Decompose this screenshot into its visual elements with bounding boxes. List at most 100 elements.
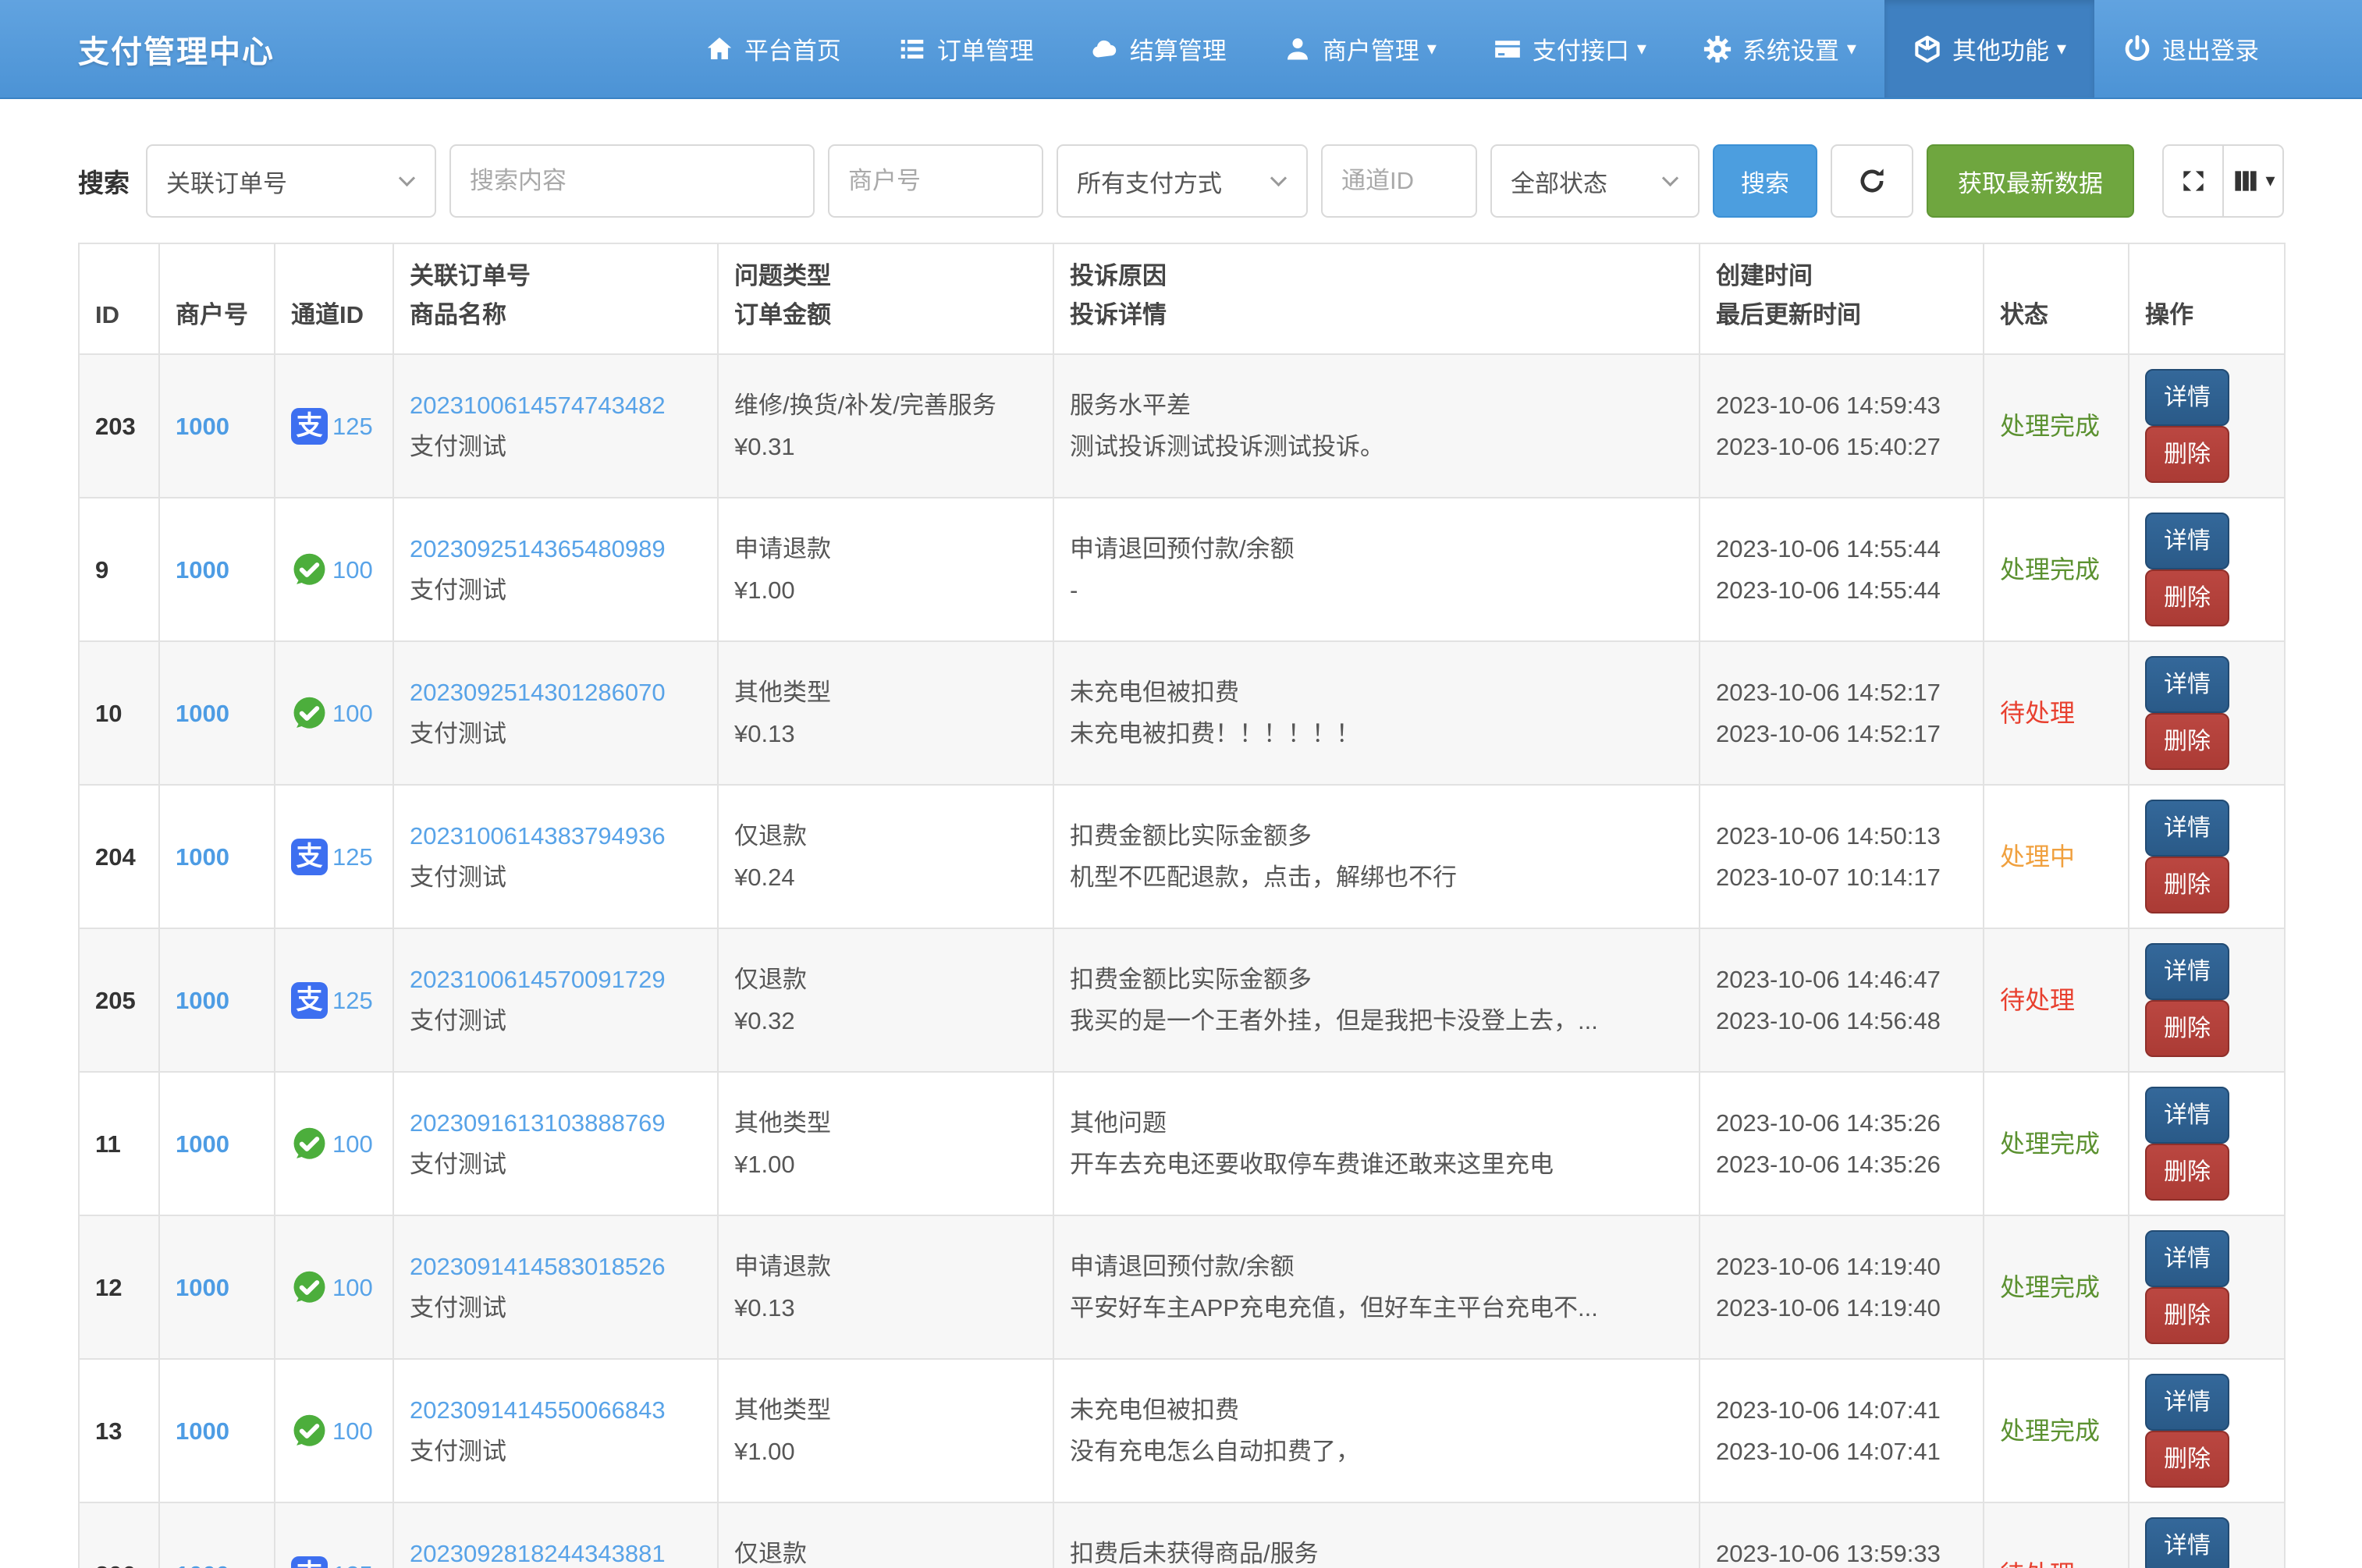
chevron-down-icon: ▾ <box>1427 40 1437 59</box>
merchant-link[interactable]: 1000 <box>176 556 229 584</box>
merchant-input[interactable] <box>828 144 1043 218</box>
delete-button[interactable]: 删除 <box>2145 713 2229 770</box>
search-field-select[interactable]: 关联订单号 <box>146 144 436 218</box>
chevron-down-icon: ▾ <box>2265 172 2275 190</box>
fullscreen-button[interactable] <box>2162 144 2223 218</box>
detail-button[interactable]: 详情 <box>2145 1374 2229 1431</box>
order-number-link[interactable]: 2023100614570091729 <box>410 966 666 993</box>
channel-id-link[interactable]: 100 <box>332 1123 373 1165</box>
merchant-link[interactable]: 1000 <box>176 413 229 440</box>
channel-id-link[interactable]: 100 <box>332 1410 373 1452</box>
delete-button[interactable]: 删除 <box>2145 1287 2229 1344</box>
product-name: 支付测试 <box>410 569 701 611</box>
product-name: 支付测试 <box>410 426 701 467</box>
merchant-cell: 1000 <box>159 1502 275 1568</box>
order-number-link[interactable]: 2023092818244343881 <box>410 1540 666 1567</box>
time-cell: 2023-10-06 14:59:432023-10-06 15:40:27 <box>1700 354 1984 498</box>
channel-id-input[interactable] <box>1321 144 1477 218</box>
merchant-link[interactable]: 1000 <box>176 987 229 1014</box>
refresh-button[interactable] <box>1831 144 1913 218</box>
column-header: 状态 <box>1984 243 2129 354</box>
merchant-link[interactable]: 1000 <box>176 843 229 871</box>
nav-item-credit-card[interactable]: 支付接口▾ <box>1465 0 1675 98</box>
row-id: 203 <box>79 354 159 498</box>
detail-button[interactable]: 详情 <box>2145 1517 2229 1568</box>
created-time: 2023-10-06 14:19:40 <box>1716 1246 1967 1287</box>
detail-button[interactable]: 详情 <box>2145 1087 2229 1144</box>
nav-item-list[interactable]: 订单管理 <box>869 0 1062 98</box>
channel-id-link[interactable]: 100 <box>332 549 373 591</box>
delete-button[interactable]: 删除 <box>2145 569 2229 626</box>
table-row: 910001002023092514365480989支付测试申请退款¥1.00… <box>79 498 2285 641</box>
nav-item-gear[interactable]: 系统设置▾ <box>1675 0 1884 98</box>
merchant-link[interactable]: 1000 <box>176 1561 229 1568</box>
channel-id-link[interactable]: 125 <box>332 980 373 1021</box>
order-number-link[interactable]: 2023100614574743482 <box>410 392 666 419</box>
order-number-link[interactable]: 2023091613103888769 <box>410 1109 666 1137</box>
product-name: 支付测试 <box>410 1431 701 1472</box>
nav-item-user[interactable]: 商户管理▾ <box>1255 0 1465 98</box>
detail-button[interactable]: 详情 <box>2145 1230 2229 1287</box>
merchant-link[interactable]: 1000 <box>176 1274 229 1301</box>
chevron-down-icon <box>1270 169 1287 186</box>
merchant-cell: 1000 <box>159 498 275 641</box>
nav-item-cloud[interactable]: 结算管理 <box>1062 0 1255 98</box>
issue-type: 申请退款 <box>734 1246 1037 1287</box>
fetch-latest-button[interactable]: 获取最新数据 <box>1927 144 2134 218</box>
order-number-link[interactable]: 2023092514365480989 <box>410 535 666 562</box>
status-cell: 处理中 <box>1984 785 2129 928</box>
app-title: 支付管理中心 <box>78 0 275 98</box>
order-number-link[interactable]: 2023100614383794936 <box>410 822 666 850</box>
order-cell: 2023092818244343881支付测试 <box>393 1502 718 1568</box>
channel-id-link[interactable]: 100 <box>332 693 373 734</box>
product-name: 支付测试 <box>410 857 701 898</box>
created-time: 2023-10-06 14:59:43 <box>1716 385 1967 426</box>
delete-button[interactable]: 删除 <box>2145 857 2229 913</box>
actions-cell: 详情删除 <box>2129 1072 2285 1215</box>
created-time: 2023-10-06 14:50:13 <box>1716 815 1967 857</box>
merchant-link[interactable]: 1000 <box>176 1417 229 1445</box>
detail-button[interactable]: 详情 <box>2145 513 2229 569</box>
detail-button[interactable]: 详情 <box>2145 943 2229 1000</box>
paytype-select[interactable]: 所有支付方式 <box>1057 144 1308 218</box>
nav-item-power[interactable]: 退出登录 <box>2094 0 2287 98</box>
row-id: 13 <box>79 1359 159 1502</box>
nav-item-home[interactable]: 平台首页 <box>677 0 869 98</box>
detail-button[interactable]: 详情 <box>2145 656 2229 713</box>
order-amount: ¥0.24 <box>734 857 1037 898</box>
channel-id-link[interactable]: 125 <box>332 836 373 878</box>
nav-item-cube[interactable]: 其他功能▾ <box>1884 0 2094 98</box>
search-button[interactable]: 搜索 <box>1713 144 1817 218</box>
alipay-icon: 支 <box>291 982 328 1019</box>
columns-button[interactable]: ▾ <box>2223 144 2284 218</box>
delete-button[interactable]: 删除 <box>2145 1431 2229 1488</box>
delete-button[interactable]: 删除 <box>2145 1144 2229 1201</box>
complaint-reason: 服务水平差 <box>1070 385 1683 426</box>
detail-button[interactable]: 详情 <box>2145 800 2229 857</box>
issue-type: 申请退款 <box>734 528 1037 569</box>
wechat-icon <box>291 552 328 588</box>
status-badge: 待处理 <box>2000 986 2075 1014</box>
order-number-link[interactable]: 2023091414583018526 <box>410 1253 666 1280</box>
order-number-link[interactable]: 2023092514301286070 <box>410 679 666 706</box>
channel-id-link[interactable]: 125 <box>332 406 373 447</box>
complaint-cell: 扣费金额比实际金额多我买的是一个王者外挂，但是我把卡没登上去，... <box>1053 928 1700 1072</box>
keyword-input[interactable] <box>449 144 815 218</box>
paytype-value: 所有支付方式 <box>1077 164 1222 199</box>
detail-button[interactable]: 详情 <box>2145 369 2229 426</box>
delete-button[interactable]: 删除 <box>2145 1000 2229 1057</box>
column-header-line: 商品名称 <box>410 296 701 335</box>
order-cell: 2023091613103888769支付测试 <box>393 1072 718 1215</box>
channel-id-link[interactable]: 125 <box>332 1554 373 1568</box>
channel-cell: 支125 <box>275 785 393 928</box>
merchant-link[interactable]: 1000 <box>176 700 229 727</box>
delete-button[interactable]: 删除 <box>2145 426 2229 483</box>
complaint-cell: 申请退回预付款/余额平安好车主APP充电充值，但好车主平台充电不... <box>1053 1215 1700 1359</box>
merchant-link[interactable]: 1000 <box>176 1130 229 1158</box>
channel-id-link[interactable]: 100 <box>332 1267 373 1308</box>
order-amount: ¥0.13 <box>734 713 1037 754</box>
complaint-detail: 未充电被扣费！！！！！！ <box>1070 713 1683 754</box>
row-id: 204 <box>79 785 159 928</box>
status-select[interactable]: 全部状态 <box>1490 144 1700 218</box>
order-number-link[interactable]: 2023091414550066843 <box>410 1396 666 1424</box>
